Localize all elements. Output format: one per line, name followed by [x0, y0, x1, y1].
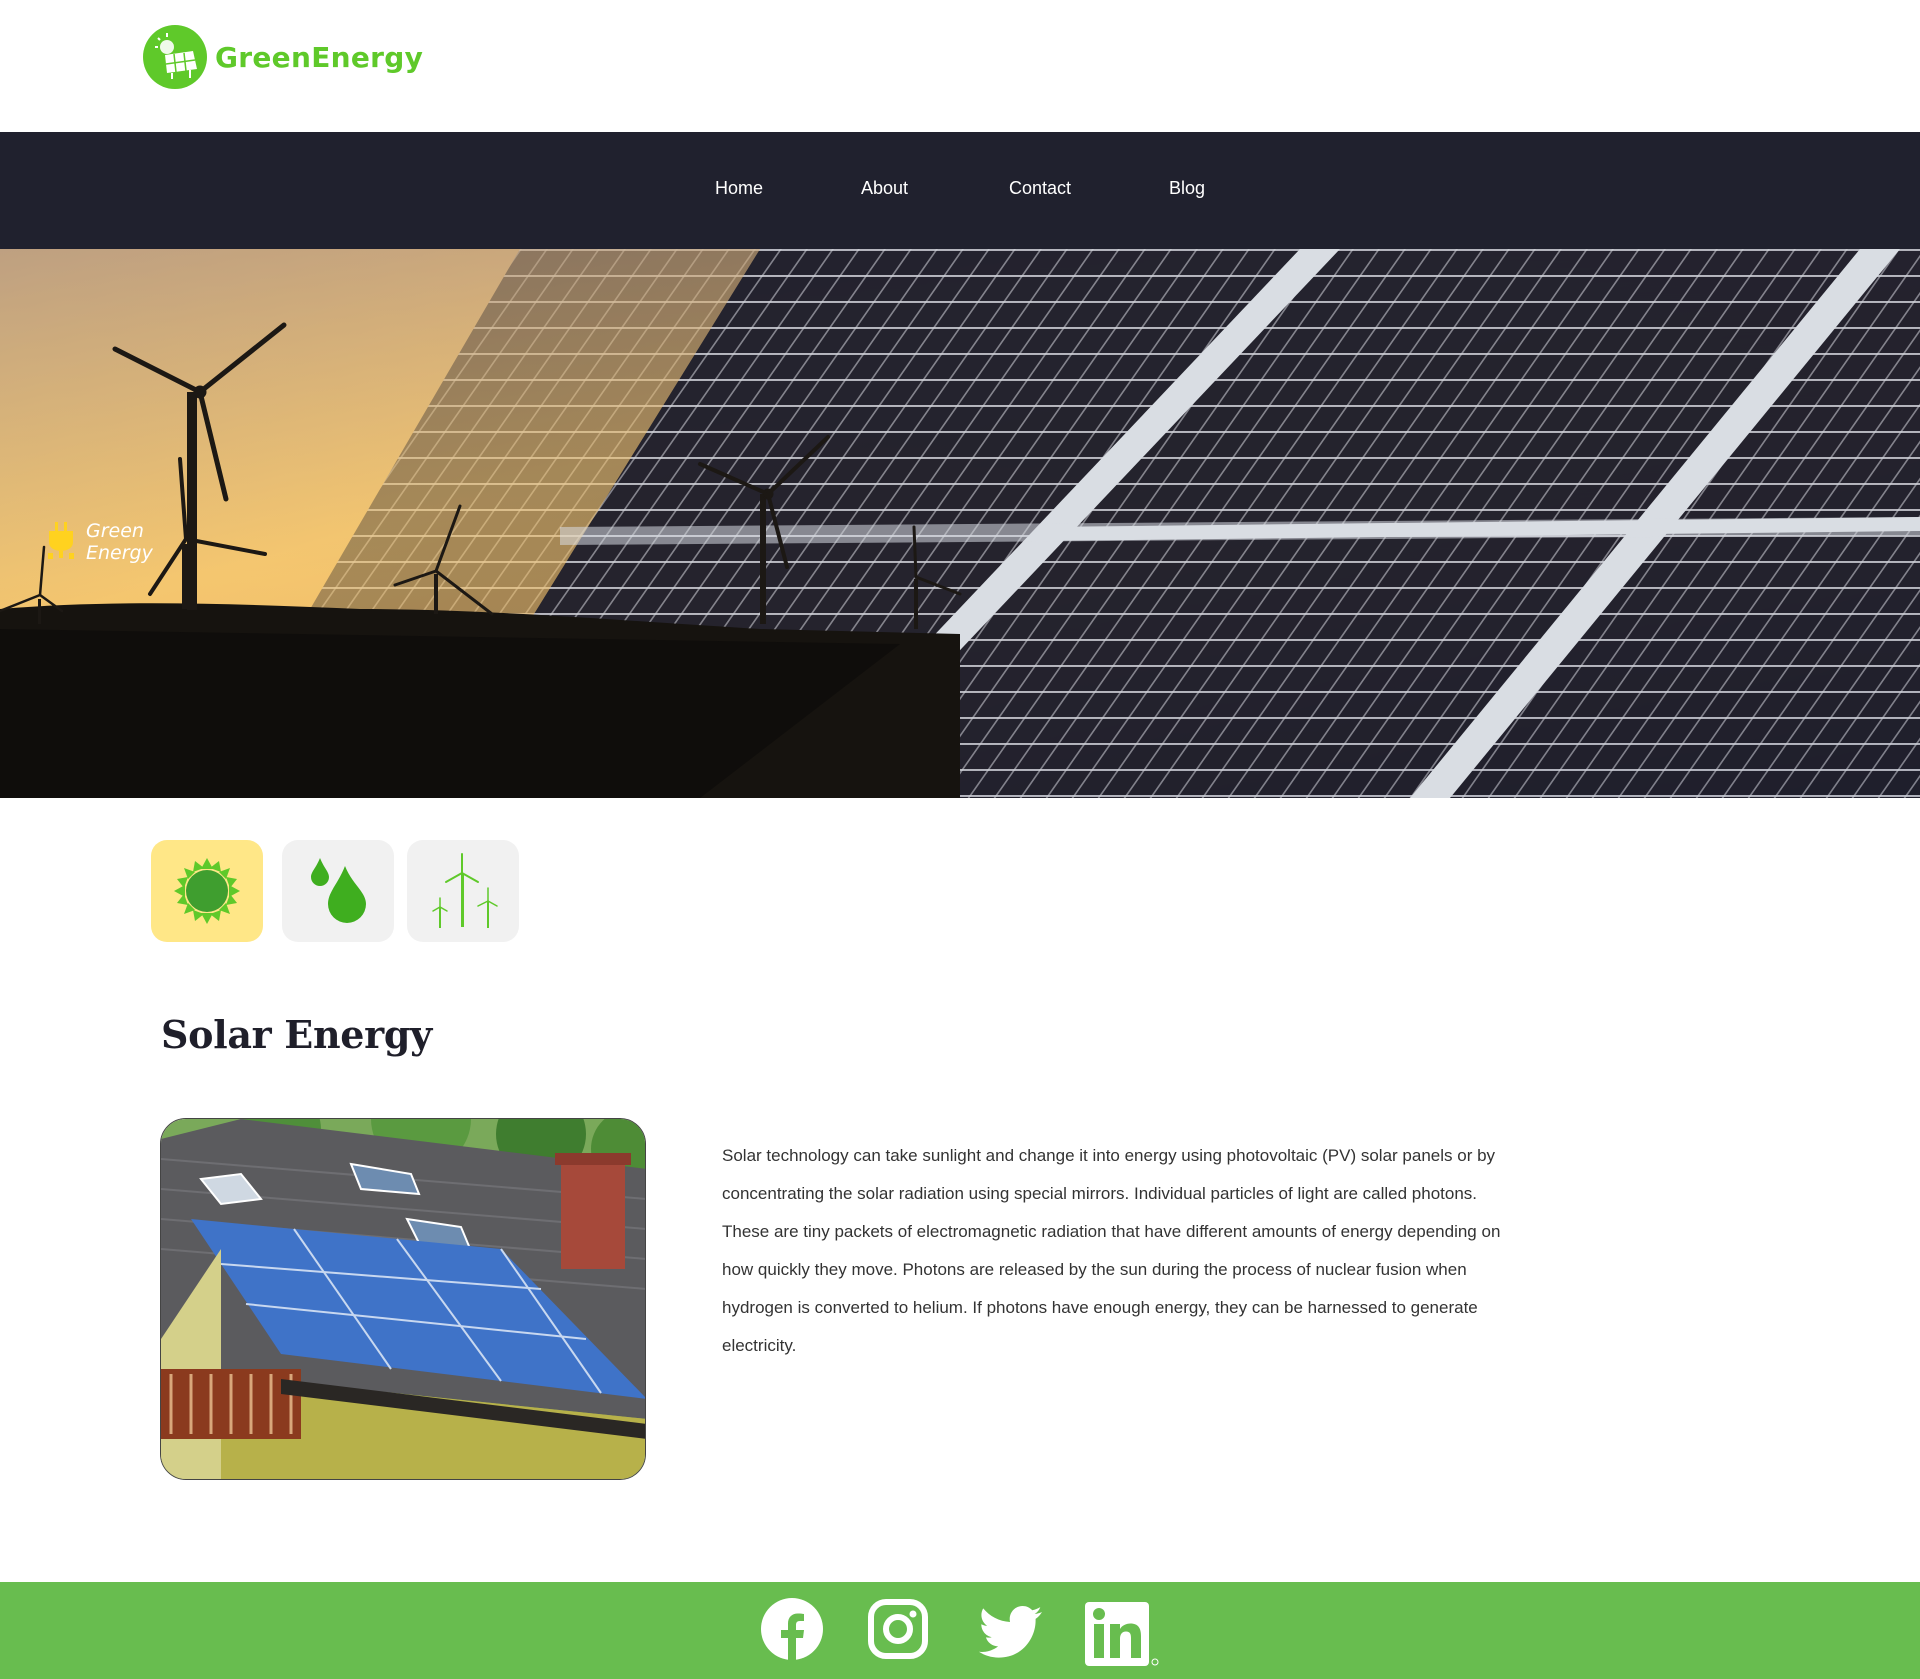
nav-item-blog[interactable]: Blog [1169, 178, 1205, 199]
facebook-link[interactable] [760, 1594, 824, 1664]
linkedin-icon [1085, 1602, 1159, 1666]
twitter-link[interactable] [978, 1594, 1042, 1664]
linkedin-link[interactable] [1083, 1594, 1159, 1666]
section-body: Solar technology can take sunlight and c… [722, 1146, 1501, 1355]
water-drops-icon [311, 858, 366, 923]
hero-banner: Green Energy [0, 249, 1920, 798]
solar-panel-logo-icon [143, 25, 207, 89]
tab-hydro[interactable] [282, 840, 394, 942]
wind-turbines-icon [432, 853, 498, 928]
nav-item-about[interactable]: About [861, 178, 908, 199]
tab-wind[interactable] [407, 840, 519, 942]
hero-badge-line1: Green [86, 520, 144, 542]
plug-icon [48, 522, 74, 559]
sun-icon [174, 858, 240, 924]
hero-badge-line2: Energy [86, 542, 153, 564]
twitter-icon [978, 1606, 1042, 1658]
nav-item-home[interactable]: Home [715, 178, 763, 199]
site-footer [0, 1582, 1920, 1679]
facebook-icon [761, 1598, 823, 1660]
brand-name: GreenEnergy [215, 40, 424, 74]
solar-roof-photo [160, 1118, 646, 1480]
hero-badge: Green Energy [46, 520, 153, 564]
section-title: Solar Energy [161, 1012, 432, 1057]
main-navigation: Home About Contact Blog [0, 132, 1920, 249]
site-header: GreenEnergy [0, 0, 1920, 132]
instagram-link[interactable] [866, 1594, 930, 1664]
nav-item-contact[interactable]: Contact [1009, 178, 1071, 199]
brand-logo[interactable]: GreenEnergy [143, 24, 423, 90]
hero-solar-wind-image [0, 249, 1920, 798]
tab-solar[interactable] [151, 840, 263, 942]
instagram-icon [868, 1599, 928, 1659]
